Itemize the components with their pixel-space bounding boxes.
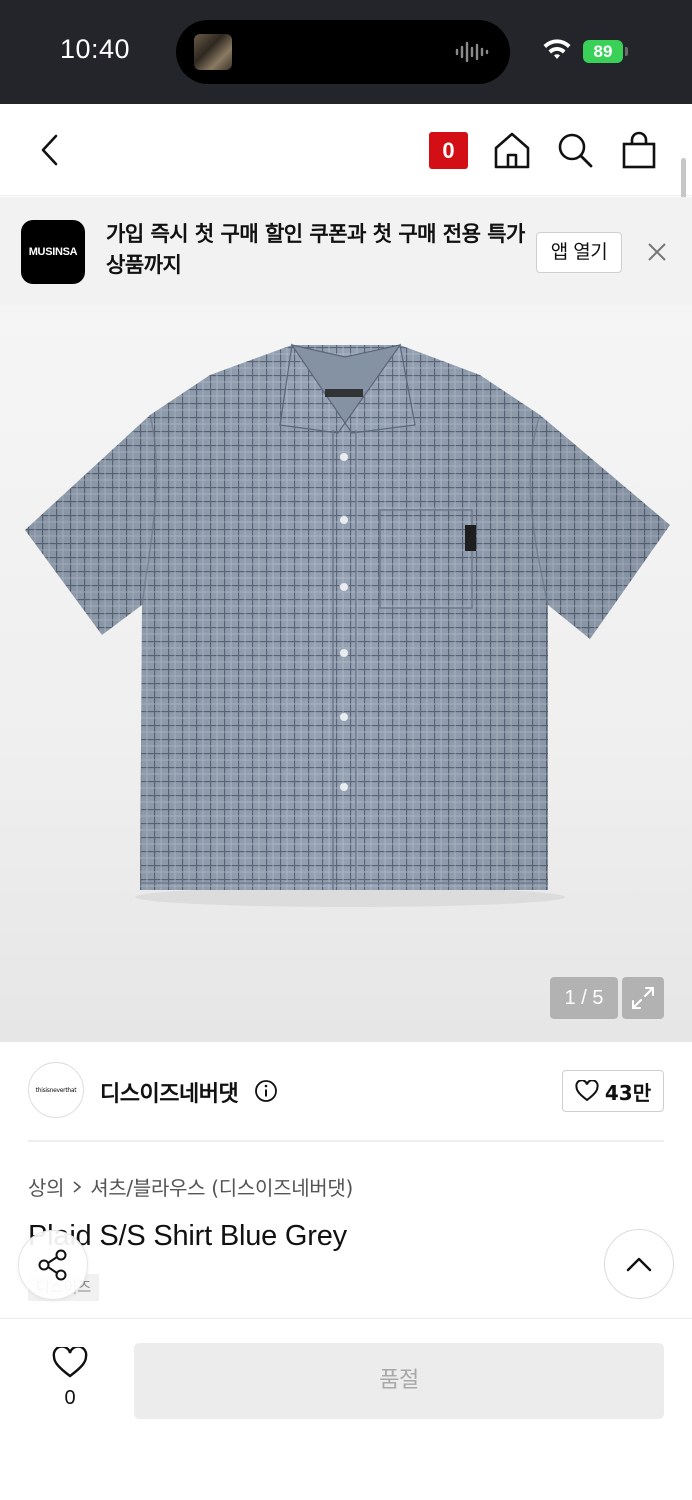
brand-name[interactable]: 디스이즈네버댓: [100, 1076, 239, 1108]
chevron-up-icon: [626, 1257, 652, 1272]
shopping-bag-button[interactable]: [617, 128, 661, 172]
status-time: 10:40: [60, 34, 131, 64]
share-button[interactable]: [18, 1230, 88, 1300]
image-counter: 1 / 5: [550, 977, 618, 1019]
scroll-to-top-button[interactable]: [604, 1229, 674, 1299]
info-icon[interactable]: [254, 1079, 278, 1103]
back-button[interactable]: [28, 128, 72, 172]
divider: [28, 1140, 664, 1142]
bag-icon: [622, 131, 656, 169]
audio-wave-icon: [455, 41, 489, 63]
breadcrumb-parent[interactable]: 상의: [28, 1172, 65, 1201]
status-bar: 10:40 89: [0, 0, 692, 104]
product-photo: [25, 343, 670, 907]
dynamic-island[interactable]: [176, 20, 510, 84]
breadcrumb: 상의 셔츠/블라우스 (디스이즈네버댓): [28, 1172, 353, 1201]
breadcrumb-child[interactable]: 셔츠/블라우스 (디스이즈네버댓): [90, 1172, 353, 1201]
chevron-right-icon: [73, 1180, 82, 1193]
battery-cap: [625, 47, 628, 56]
musinsa-logo: MUSINSA: [21, 220, 85, 284]
expand-icon: [632, 987, 654, 1009]
heart-icon: [52, 1345, 88, 1378]
app-download-banner: MUSINSA 가입 즉시 첫 구매 할인 쿠폰과 첫 구매 전용 특가 상품까…: [0, 197, 692, 305]
open-app-button[interactable]: 앱 열기: [536, 232, 622, 273]
sold-out-button[interactable]: 품절: [134, 1343, 664, 1419]
banner-message: 가입 즉시 첫 구매 할인 쿠폰과 첫 구매 전용 특가 상품까지: [106, 222, 525, 277]
wifi-icon: [543, 39, 571, 59]
home-icon: [494, 132, 530, 169]
brand-like-button[interactable]: 43만: [562, 1070, 664, 1112]
fullscreen-button[interactable]: [622, 977, 664, 1019]
close-icon[interactable]: [644, 239, 670, 265]
top-navigation: 0: [0, 104, 692, 196]
share-icon: [38, 1249, 67, 1281]
brand-like-count: 43만: [604, 1080, 652, 1105]
search-icon: [558, 133, 593, 168]
bottom-action-bar: 0 품절: [0, 1318, 692, 1500]
back-icon: [41, 134, 58, 166]
wishlist-count: 0: [64, 1387, 76, 1409]
heart-icon: [575, 1080, 599, 1102]
home-button[interactable]: [490, 128, 534, 172]
brand-row: thisisneverthat 디스이즈네버댓 43만: [28, 1062, 664, 1122]
cart-count-badge[interactable]: 0: [429, 132, 468, 169]
search-button[interactable]: [553, 128, 597, 172]
product-image-gallery[interactable]: 1 / 5: [0, 305, 692, 1042]
wishlist-button[interactable]: [50, 1345, 90, 1383]
brand-logo[interactable]: thisisneverthat: [28, 1062, 84, 1118]
battery-level: 89: [583, 40, 623, 63]
now-playing-artwork: [194, 34, 232, 70]
